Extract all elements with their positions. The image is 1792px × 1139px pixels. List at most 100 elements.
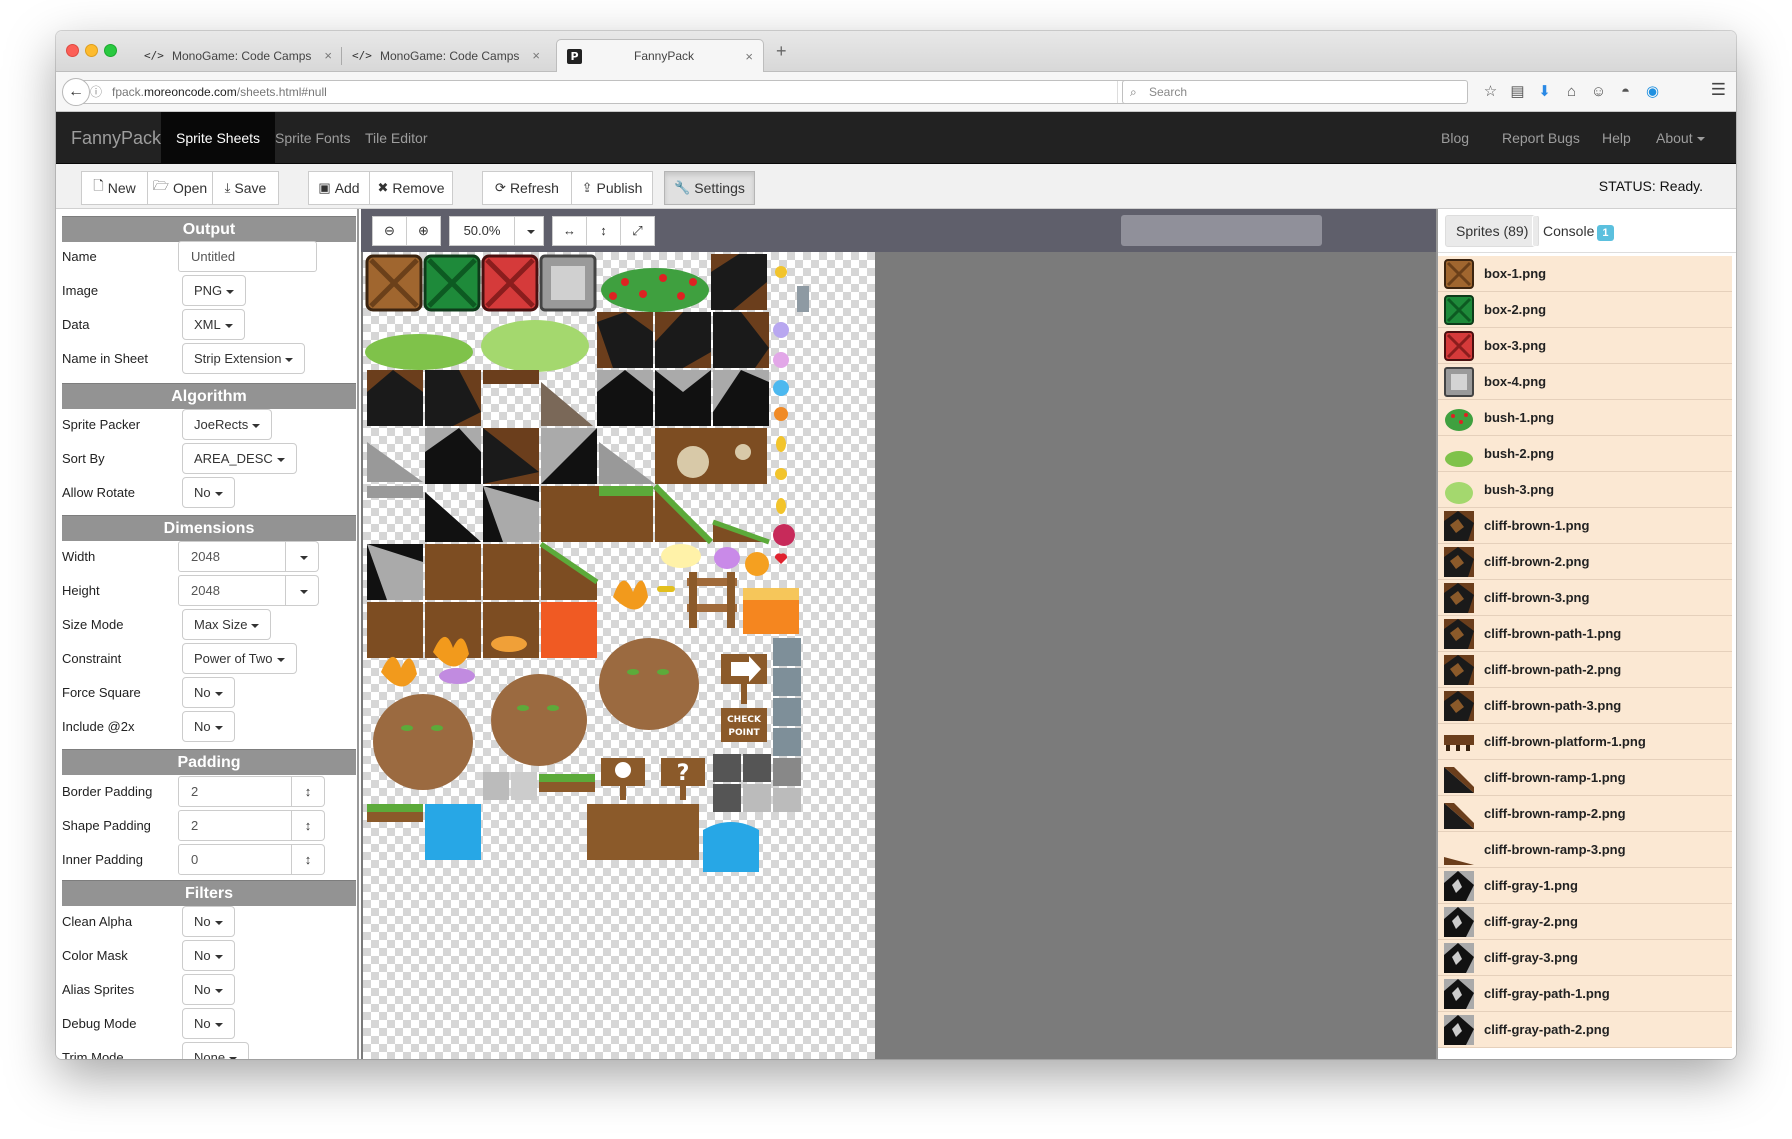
alias-sprites-dropdown[interactable]: No (182, 974, 235, 1005)
sprite-list-item[interactable]: cliff-brown-2.png (1438, 544, 1732, 580)
image-format-dropdown[interactable]: PNG (182, 275, 247, 306)
size-mode-dropdown[interactable]: Max Size (182, 609, 272, 640)
extension-icon[interactable]: ◉ (1642, 80, 1663, 104)
chat-icon[interactable]: ☺ (1588, 80, 1609, 104)
nav-blog[interactable]: Blog (1426, 112, 1484, 164)
width-dropdown-toggle[interactable] (286, 541, 319, 572)
nav-report-bugs[interactable]: Report Bugs (1487, 112, 1595, 164)
fit-all-button[interactable]: ⤢ (620, 216, 655, 246)
sprite-list-item[interactable]: cliff-gray-2.png (1438, 904, 1732, 940)
new-tab-button[interactable]: + (776, 41, 787, 62)
close-tab-icon[interactable]: × (324, 48, 332, 63)
zoom-out-button[interactable]: ⊖ (372, 216, 407, 246)
shape-padding-stepper[interactable]: ↕ (292, 810, 325, 841)
sprite-list-item[interactable]: cliff-brown-path-1.png (1438, 616, 1732, 652)
border-padding-input[interactable]: 2 (178, 776, 292, 807)
constraint-dropdown[interactable]: Power of Two (182, 643, 297, 674)
sprite-list-item[interactable]: cliff-gray-3.png (1438, 940, 1732, 976)
add-button[interactable]: ▣ Add (308, 171, 370, 205)
refresh-button[interactable]: ⟳ Refresh (482, 171, 572, 205)
pocket-icon[interactable]: ◓ (1615, 80, 1636, 104)
force-square-dropdown[interactable]: No (182, 677, 235, 708)
sprite-list-item[interactable]: cliff-brown-path-2.png (1438, 652, 1732, 688)
tab-console[interactable]: Console 1 (1532, 215, 1625, 247)
height-dropdown-toggle[interactable] (286, 575, 319, 606)
browser-tab[interactable]: </> MonoGame: Code Camps × (134, 39, 342, 72)
sprite-list-item[interactable]: cliff-brown-path-3.png (1438, 688, 1732, 724)
color-mask-dropdown[interactable]: No (182, 940, 235, 971)
minimize-window-button[interactable] (85, 44, 98, 57)
app-brand[interactable]: FannyPack (71, 112, 161, 164)
sprite-filename: cliff-gray-3.png (1484, 950, 1578, 965)
settings-button[interactable]: 🔧 Settings (664, 171, 755, 205)
clean-alpha-dropdown[interactable]: No (182, 906, 235, 937)
name-input[interactable]: Untitled (178, 241, 317, 272)
zoom-in-button[interactable]: ⊕ (406, 216, 441, 246)
info-icon[interactable]: ⓘ (90, 81, 102, 103)
nav-sprite-sheets[interactable]: Sprite Sheets (161, 112, 276, 164)
fit-width-button[interactable]: ↔ (552, 216, 587, 246)
sprite-list: box-1.png box-2.png box-3.png box-4.png bush… (1438, 256, 1732, 1048)
sort-by-dropdown[interactable]: AREA_DESC (182, 443, 297, 474)
bookmark-star-icon[interactable]: ☆ (1480, 80, 1501, 104)
zoom-dropdown-toggle[interactable] (514, 216, 544, 246)
sprite-sheet-preview[interactable]: CHECK POINT ? (363, 252, 875, 1059)
inner-padding-stepper[interactable]: ↕ (292, 844, 325, 875)
new-button[interactable]: 🗋 New (81, 171, 148, 205)
name-in-sheet-dropdown[interactable]: Strip Extension (182, 343, 306, 374)
back-button[interactable]: ← (62, 78, 90, 106)
zoom-level-input[interactable]: 50.0% (449, 216, 515, 246)
zoom-window-button[interactable] (104, 44, 117, 57)
sprite-list-item[interactable]: cliff-gray-path-1.png (1438, 976, 1732, 1012)
download-icon[interactable]: ⬇ (1534, 80, 1555, 104)
sprite-list-item[interactable]: bush-1.png (1438, 400, 1732, 436)
url-bar: ⓘ fpack.moreoncode.com/sheets.html#null … (56, 72, 1736, 112)
nav-about-dropdown[interactable]: About (1641, 112, 1720, 164)
search-input[interactable]: ⌕ Search (1122, 80, 1468, 104)
sprite-list-item[interactable]: cliff-brown-3.png (1438, 580, 1732, 616)
sprite-packer-dropdown[interactable]: JoeRects (182, 409, 273, 440)
nav-help[interactable]: Help (1587, 112, 1646, 164)
sprite-list-item[interactable]: cliff-brown-1.png (1438, 508, 1732, 544)
sprite-list-item[interactable]: cliff-brown-ramp-2.png (1438, 796, 1732, 832)
sprite-list-item[interactable]: bush-3.png (1438, 472, 1732, 508)
fit-height-button[interactable]: ↕ (586, 216, 621, 246)
sprite-list-item[interactable]: cliff-brown-platform-1.png (1438, 724, 1732, 760)
sprite-list-item[interactable]: bush-2.png (1438, 436, 1732, 472)
publish-button[interactable]: ⇪ Publish (571, 171, 653, 205)
inner-padding-input[interactable]: 0 (178, 844, 292, 875)
home-icon[interactable]: ⌂ (1561, 80, 1582, 104)
width-input[interactable]: 2048 (178, 541, 286, 572)
close-window-button[interactable] (66, 44, 79, 57)
reading-list-icon[interactable]: ▤ (1507, 80, 1528, 104)
sheet-canvas-area[interactable]: ⊖ ⊕ 50.0% ↔ ↕ ⤢ CHECK POINT ? (361, 209, 1436, 1059)
nav-tile-editor[interactable]: Tile Editor (350, 112, 443, 164)
sprite-list-item[interactable]: box-4.png (1438, 364, 1732, 400)
save-button[interactable]: ⤓ Save (212, 171, 279, 205)
debug-mode-dropdown[interactable]: No (182, 1008, 235, 1039)
sprite-list-item[interactable]: cliff-gray-1.png (1438, 868, 1732, 904)
close-tab-icon[interactable]: × (532, 48, 540, 63)
browser-tab-active[interactable]: P FannyPack × (556, 39, 764, 72)
sprite-list-item[interactable]: box-2.png (1438, 292, 1732, 328)
allow-rotate-dropdown[interactable]: No (182, 477, 235, 508)
sprite-list-item[interactable]: box-1.png (1438, 256, 1732, 292)
height-input[interactable]: 2048 (178, 575, 286, 606)
sprite-list-item[interactable]: cliff-brown-ramp-1.png (1438, 760, 1732, 796)
close-tab-icon[interactable]: × (745, 49, 753, 64)
sprite-list-item[interactable]: cliff-gray-path-2.png (1438, 1012, 1732, 1048)
remove-button[interactable]: ✖ Remove (369, 171, 453, 205)
border-padding-stepper[interactable]: ↕ (292, 776, 325, 807)
shape-padding-input[interactable]: 2 (178, 810, 292, 841)
browser-tab[interactable]: </> MonoGame: Code Camps × (342, 39, 550, 72)
sprite-list-item[interactable]: box-3.png (1438, 328, 1732, 364)
menu-icon[interactable]: ☰ (1711, 80, 1726, 100)
tab-sprites[interactable]: Sprites (89) (1445, 215, 1540, 247)
sprite-list-item[interactable]: cliff-brown-ramp-3.png (1438, 832, 1732, 868)
open-button[interactable]: 🗁 Open (147, 171, 213, 205)
include-2x-dropdown[interactable]: No (182, 711, 235, 742)
data-format-dropdown[interactable]: XML (182, 309, 245, 340)
trim-mode-dropdown[interactable]: None (182, 1042, 250, 1059)
sprite-filename: bush-3.png (1484, 482, 1555, 497)
address-field[interactable]: ⓘ fpack.moreoncode.com/sheets.html#null … (82, 80, 1144, 104)
